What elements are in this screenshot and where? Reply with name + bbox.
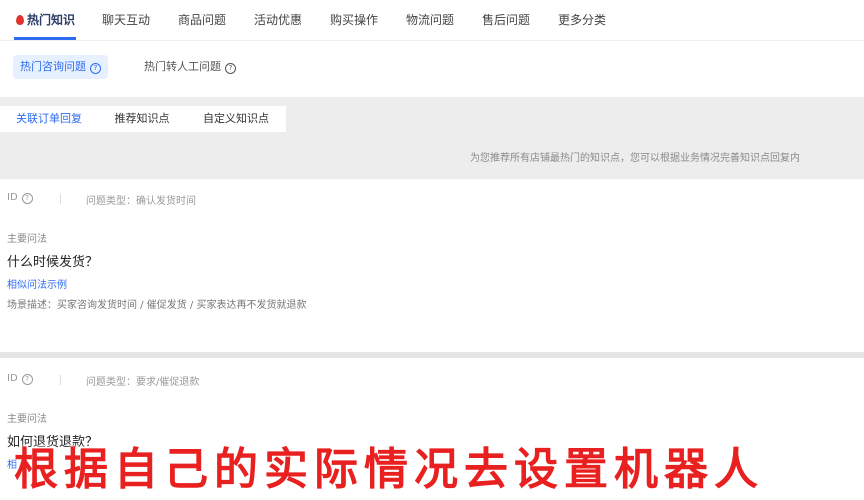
divider <box>60 194 61 204</box>
id-label: ID? <box>7 192 33 204</box>
tab-purchase-operations[interactable]: 购买操作 <box>330 11 378 28</box>
tab-linked-order-reply[interactable]: 关联订单回复 <box>0 106 98 132</box>
tab-recommended-knowledge[interactable]: 推荐知识点 <box>98 106 186 132</box>
question-type: 问题类型：要求/催促退款 <box>86 377 200 388</box>
tab-chat-interaction[interactable]: 聊天互动 <box>102 11 150 28</box>
subtab-hot-transfer-to-agent[interactable]: 热门转人工问题? <box>137 55 243 79</box>
tab-logistics-questions[interactable]: 物流问题 <box>406 11 454 28</box>
tab-more-categories[interactable]: 更多分类 <box>558 11 606 28</box>
help-circle-icon[interactable]: ? <box>21 193 33 204</box>
active-tab-indicator <box>14 37 76 40</box>
subtab-hot-inquiries[interactable]: 热门咨询问题? <box>13 55 108 79</box>
recommendation-hint: 为您推荐所有店铺最热门的知识点，您可以根据业务情况完善知识点回复内 <box>470 153 800 164</box>
category-tab-bar: 热门知识 聊天互动 商品问题 活动优惠 购买操作 物流问题 售后问题 更多分类 <box>0 0 864 41</box>
knowledge-card: ID? 问题类型：确认发货时间 主要问法 什么时候发货？ 相似问法示例 场景描述… <box>0 179 864 352</box>
tab-after-sales-questions[interactable]: 售后问题 <box>482 11 530 28</box>
divider <box>60 375 61 385</box>
question-type: 问题类型：确认发货时间 <box>86 196 196 207</box>
tab-promotions[interactable]: 活动优惠 <box>254 11 302 28</box>
tab-custom-knowledge[interactable]: 自定义知识点 <box>186 106 286 132</box>
help-circle-icon[interactable]: ? <box>90 63 101 74</box>
tab-hot-knowledge[interactable]: 热门知识 <box>16 11 75 28</box>
main-question: 什么时候发货？ <box>7 255 99 270</box>
video-subtitle: 根据自己的实际情况去设置机器人 <box>14 444 764 495</box>
main-question-label: 主要问法 <box>7 234 47 245</box>
help-circle-icon[interactable]: ? <box>225 63 236 74</box>
help-circle-icon[interactable]: ? <box>21 374 33 385</box>
tab-product-questions[interactable]: 商品问题 <box>178 11 226 28</box>
main-question-label: 主要问法 <box>7 414 47 425</box>
subtab-label: 热门转人工问题 <box>144 60 221 73</box>
tab-label: 热门知识 <box>27 13 76 27</box>
subtab-label: 热门咨询问题 <box>20 60 86 73</box>
id-label: ID? <box>7 373 33 385</box>
scene-description: 场景描述：买家咨询发货时间 / 催促发货 / 买家表达再不发货就退款 <box>7 300 307 311</box>
hot-flame-icon <box>16 15 24 25</box>
similar-questions-link[interactable]: 相似问法示例 <box>7 276 67 291</box>
